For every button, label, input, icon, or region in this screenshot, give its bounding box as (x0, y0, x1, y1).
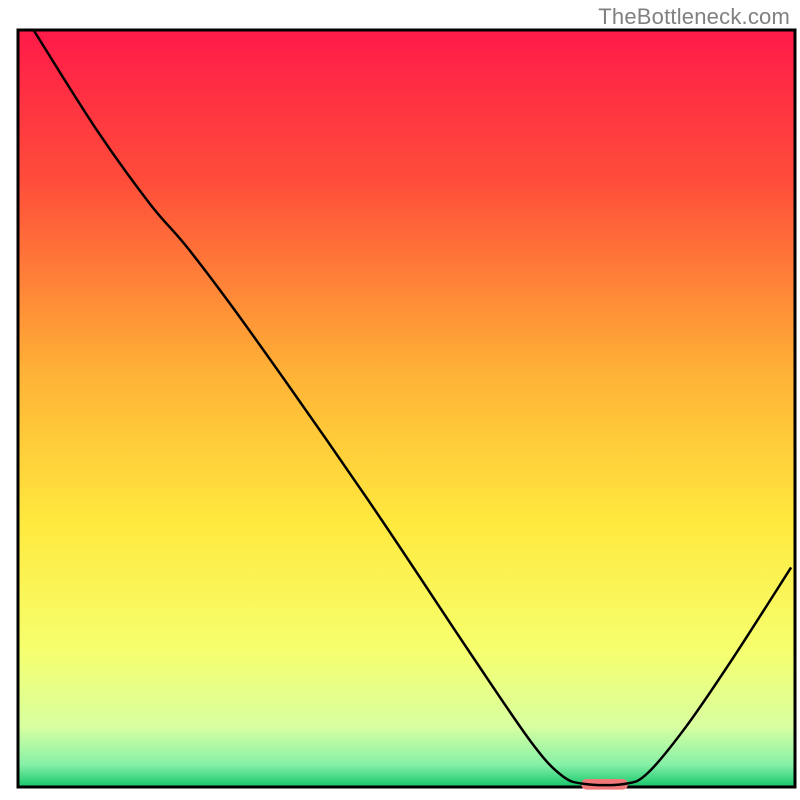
chart-container: TheBottleneck.com (0, 0, 800, 800)
bottleneck-chart (0, 0, 800, 800)
chart-background-gradient (18, 30, 795, 787)
